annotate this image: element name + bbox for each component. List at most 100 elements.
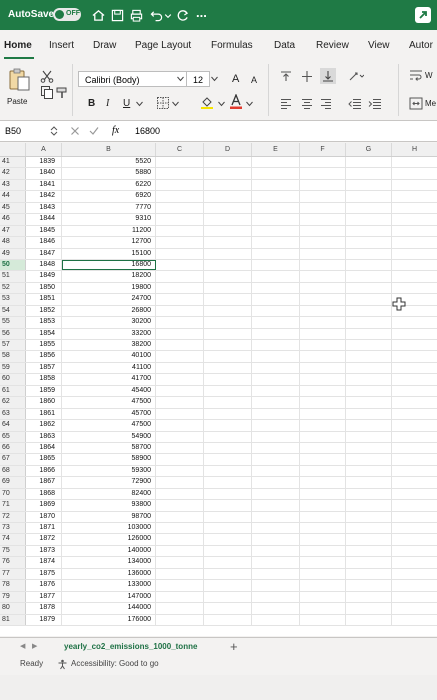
row-header[interactable]: 53	[0, 294, 26, 305]
cell-emissions[interactable]: 58900	[62, 454, 156, 465]
cell-emissions[interactable]: 33200	[62, 328, 156, 339]
cell-empty[interactable]	[392, 191, 437, 201]
cell-empty[interactable]	[300, 328, 346, 339]
cell-empty[interactable]	[346, 591, 392, 603]
cell-empty[interactable]	[392, 283, 437, 293]
wrap-text-icon[interactable]	[409, 69, 423, 82]
cell-empty[interactable]	[252, 420, 300, 431]
cell-empty[interactable]	[300, 362, 346, 374]
cell-empty[interactable]	[346, 408, 392, 420]
row-header[interactable]: 61	[0, 385, 26, 397]
worksheet-grid[interactable]: A B C D E F G H 41 1839 5520 42 1840 5880 43 18…	[0, 143, 437, 636]
row-header[interactable]: 49	[0, 248, 26, 259]
row-header[interactable]: 69	[0, 477, 26, 488]
cell-emissions[interactable]: 19800	[62, 282, 156, 294]
cell-empty[interactable]	[300, 442, 346, 454]
cell-emissions[interactable]: 5880	[62, 168, 156, 179]
cell-empty[interactable]	[252, 408, 300, 420]
cell-emissions[interactable]: 93800	[62, 500, 156, 511]
cell-empty[interactable]	[300, 157, 346, 168]
format-painter-icon[interactable]	[56, 87, 68, 99]
prev-sheet-arrow-icon[interactable]: ◀	[20, 642, 25, 650]
cell-empty[interactable]	[300, 305, 346, 317]
copy-icon[interactable]	[40, 85, 54, 99]
cell-empty[interactable]	[204, 420, 252, 431]
fill-color-icon[interactable]	[200, 95, 214, 109]
cell-year[interactable]: 1841	[26, 179, 62, 191]
cell-empty[interactable]	[300, 580, 346, 591]
cell-empty[interactable]	[346, 568, 392, 580]
cell-emissions[interactable]: 147000	[62, 591, 156, 603]
cell-empty[interactable]	[346, 534, 392, 545]
row-header[interactable]: 59	[0, 362, 26, 374]
column-header-h[interactable]: H	[392, 143, 437, 156]
row-header[interactable]: 46	[0, 214, 26, 225]
underline-button[interactable]: U	[123, 98, 130, 110]
cell-empty[interactable]	[252, 259, 300, 271]
row-header[interactable]: 57	[0, 340, 26, 351]
cell-empty[interactable]	[204, 545, 252, 557]
cell-empty[interactable]	[204, 431, 252, 442]
cell-emissions[interactable]: 136000	[62, 568, 156, 580]
cell-empty[interactable]	[346, 385, 392, 397]
cell-emissions[interactable]: 45700	[62, 408, 156, 420]
italic-button[interactable]: I	[106, 98, 109, 110]
column-header-d[interactable]: D	[204, 143, 252, 156]
column-header-e[interactable]: E	[252, 143, 300, 156]
cell-empty[interactable]	[392, 500, 437, 510]
cell-empty[interactable]	[252, 317, 300, 328]
cell-empty[interactable]	[392, 443, 437, 453]
cell-empty[interactable]	[392, 454, 437, 464]
cell-empty[interactable]	[346, 442, 392, 454]
paste-icon[interactable]	[7, 66, 33, 92]
row-header[interactable]: 79	[0, 591, 26, 603]
cell-emissions[interactable]: 40100	[62, 351, 156, 362]
cell-year[interactable]: 1876	[26, 580, 62, 591]
cell-empty[interactable]	[300, 168, 346, 179]
cell-empty[interactable]	[300, 397, 346, 408]
column-header-c[interactable]: C	[156, 143, 204, 156]
cell-empty[interactable]	[204, 271, 252, 282]
font-name-select[interactable]: Calibri (Body)	[78, 71, 188, 87]
cell-empty[interactable]	[346, 614, 392, 625]
cell-empty[interactable]	[156, 202, 204, 214]
cell-year[interactable]: 1846	[26, 237, 62, 248]
cell-empty[interactable]	[300, 408, 346, 420]
cell-empty[interactable]	[392, 477, 437, 487]
cell-empty[interactable]	[392, 317, 437, 327]
cell-empty[interactable]	[252, 385, 300, 397]
cell-empty[interactable]	[204, 591, 252, 603]
cell-year[interactable]: 1860	[26, 397, 62, 408]
cell-empty[interactable]	[392, 363, 437, 373]
cell-empty[interactable]	[204, 580, 252, 591]
cell-emissions[interactable]: 41100	[62, 362, 156, 374]
cell-empty[interactable]	[204, 225, 252, 237]
cell-empty[interactable]	[252, 397, 300, 408]
cell-empty[interactable]	[204, 259, 252, 271]
cell-empty[interactable]	[252, 465, 300, 477]
borders-dropdown-icon[interactable]	[172, 101, 179, 107]
font-color-icon[interactable]	[230, 94, 242, 109]
cell-empty[interactable]	[156, 294, 204, 305]
accessibility-status[interactable]: Accessibility: Good to go	[71, 659, 159, 668]
cell-empty[interactable]	[300, 477, 346, 488]
cell-empty[interactable]	[300, 603, 346, 614]
cell-empty[interactable]	[156, 523, 204, 534]
cell-empty[interactable]	[204, 442, 252, 454]
cell-empty[interactable]	[392, 271, 437, 281]
cell-empty[interactable]	[156, 248, 204, 259]
cell-empty[interactable]	[300, 317, 346, 328]
cell-empty[interactable]	[204, 168, 252, 179]
add-sheet-button[interactable]: +	[230, 639, 238, 654]
underline-dropdown-icon[interactable]	[136, 101, 143, 107]
cell-empty[interactable]	[252, 442, 300, 454]
cell-empty[interactable]	[300, 523, 346, 534]
cell-empty[interactable]	[392, 534, 437, 544]
cell-empty[interactable]	[346, 477, 392, 488]
cell-empty[interactable]	[392, 180, 437, 190]
tab-automate[interactable]: Autor	[409, 40, 433, 51]
align-middle-icon[interactable]	[301, 71, 313, 82]
cell-empty[interactable]	[204, 385, 252, 397]
cell-empty[interactable]	[346, 225, 392, 237]
cell-empty[interactable]	[346, 328, 392, 339]
